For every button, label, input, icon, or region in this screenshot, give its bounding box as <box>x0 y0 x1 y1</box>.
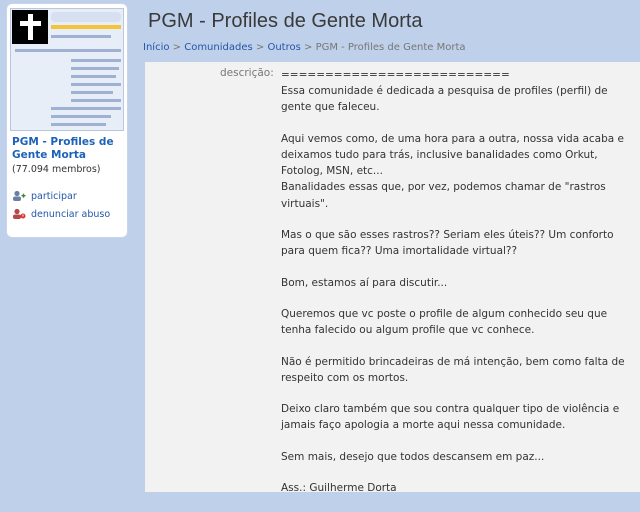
community-sidebar: PGM - Profiles de Gente Morta (77.094 me… <box>6 3 128 238</box>
description-text: ========================== Essa comunidad… <box>281 67 633 512</box>
description-paragraph: Mas o que são esses rastros?? Seriam ele… <box>281 229 614 258</box>
description-paragraph: Sem mais, desejo que todos descansem em … <box>281 450 545 463</box>
thumbnail-line <box>71 91 113 94</box>
report-icon <box>12 208 26 220</box>
cross-icon <box>12 10 48 44</box>
add-user-icon <box>12 190 26 202</box>
thumbnail-line <box>71 67 119 70</box>
thumbnail-logo <box>51 12 121 22</box>
breadcrumb-current: PGM - Profiles de Gente Morta <box>315 42 466 53</box>
breadcrumb: Início > Comunidades > Outros > PGM - Pr… <box>143 42 466 53</box>
thumbnail-line <box>51 107 121 110</box>
join-link[interactable]: participar <box>12 190 77 202</box>
description-paragraph: Aqui vemos como, de uma hora para a outr… <box>281 132 624 210</box>
thumbnail-line <box>71 59 121 62</box>
report-abuse-label[interactable]: denunciar abuso <box>31 209 110 220</box>
breadcrumb-separator: > <box>252 42 268 53</box>
report-abuse-link[interactable]: denunciar abuso <box>12 208 110 220</box>
description-paragraph: Não é permitido brincadeiras de má inten… <box>281 355 625 384</box>
member-count: (77.094 membros) <box>12 164 101 175</box>
community-info-panel: descrição: ========================== Ess… <box>145 62 640 494</box>
join-label[interactable]: participar <box>31 191 77 202</box>
description-paragraph: Queremos que vc poste o profile de algum… <box>281 307 608 337</box>
thumbnail-stripe <box>51 25 121 29</box>
description-paragraph: Bom, estamos aí para discutir... <box>281 276 448 289</box>
description-label: descrição: <box>220 67 274 79</box>
page-title: PGM - Profiles de Gente Morta <box>148 10 423 32</box>
description-paragraph: Ass.: Guilherme Dorta <box>281 482 397 495</box>
description-paragraph: ========================== Essa comunidad… <box>281 69 608 114</box>
breadcrumb-others[interactable]: Outros <box>267 42 300 53</box>
breadcrumb-separator: > <box>300 42 316 53</box>
thumbnail-line <box>15 49 121 52</box>
thumbnail-line <box>51 115 111 118</box>
community-thumbnail[interactable] <box>10 8 124 131</box>
breadcrumb-home[interactable]: Início <box>143 42 169 53</box>
community-name[interactable]: PGM - Profiles de Gente Morta <box>12 136 124 162</box>
description-paragraph: Deixo claro também que sou contra qualqu… <box>281 403 620 432</box>
thumbnail-line <box>51 123 106 126</box>
breadcrumb-separator: > <box>169 42 185 53</box>
thumbnail-line <box>71 99 121 102</box>
thumbnail-line <box>51 35 111 38</box>
thumbnail-line <box>71 75 116 78</box>
breadcrumb-communities[interactable]: Comunidades <box>184 42 252 53</box>
thumbnail-line <box>71 83 121 86</box>
